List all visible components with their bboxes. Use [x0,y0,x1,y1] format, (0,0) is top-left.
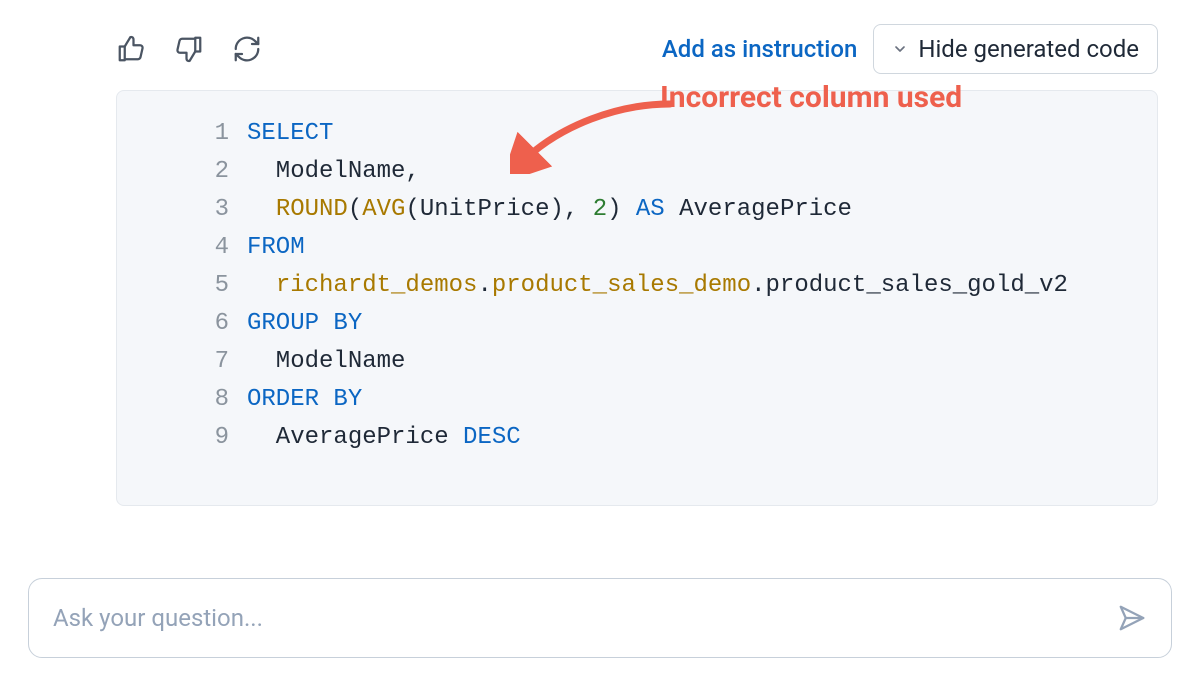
question-input[interactable] [53,604,1117,632]
code-line: 4FROM [137,229,1137,267]
thumbs-down-icon[interactable] [174,34,204,64]
code-line: 7 ModelName [137,343,1137,381]
line-number: 1 [137,115,247,153]
line-number: 2 [137,153,247,191]
toolbar-actions: Add as instruction Hide generated code [662,24,1158,74]
generated-code-block: 1SELECT2 ModelName,3 ROUND(AVG(UnitPrice… [116,90,1158,506]
feedback-buttons [116,34,262,64]
line-number: 7 [137,343,247,381]
send-icon[interactable] [1117,603,1147,633]
response-toolbar: Add as instruction Hide generated code [116,24,1158,74]
hide-code-label: Hide generated code [918,35,1139,63]
code-content: ModelName [247,343,1137,381]
line-number: 9 [137,419,247,457]
code-content: AveragePrice DESC [247,419,1137,457]
code-content: ROUND(AVG(UnitPrice), 2) AS AveragePrice [247,191,1137,229]
line-number: 3 [137,191,247,229]
line-number: 8 [137,381,247,419]
code-line: 6GROUP BY [137,305,1137,343]
hide-generated-code-button[interactable]: Hide generated code [873,24,1158,74]
chevron-down-icon [892,41,908,57]
code-line: 5 richardt_demos.product_sales_demo.prod… [137,267,1137,305]
regenerate-icon[interactable] [232,34,262,64]
code-content: GROUP BY [247,305,1137,343]
code-content: ModelName, [247,153,1137,191]
code-line: 1SELECT [137,115,1137,153]
code-content: richardt_demos.product_sales_demo.produc… [247,267,1137,305]
thumbs-up-icon[interactable] [116,34,146,64]
code-line: 9 AveragePrice DESC [137,419,1137,457]
code-line: 2 ModelName, [137,153,1137,191]
code-line: 8ORDER BY [137,381,1137,419]
line-number: 5 [137,267,247,305]
code-content: FROM [247,229,1137,267]
code-content: ORDER BY [247,381,1137,419]
line-number: 4 [137,229,247,267]
code-content: SELECT [247,115,1137,153]
add-as-instruction-link[interactable]: Add as instruction [662,35,857,63]
line-number: 6 [137,305,247,343]
question-input-row [28,578,1172,658]
code-line: 3 ROUND(AVG(UnitPrice), 2) AS AveragePri… [137,191,1137,229]
